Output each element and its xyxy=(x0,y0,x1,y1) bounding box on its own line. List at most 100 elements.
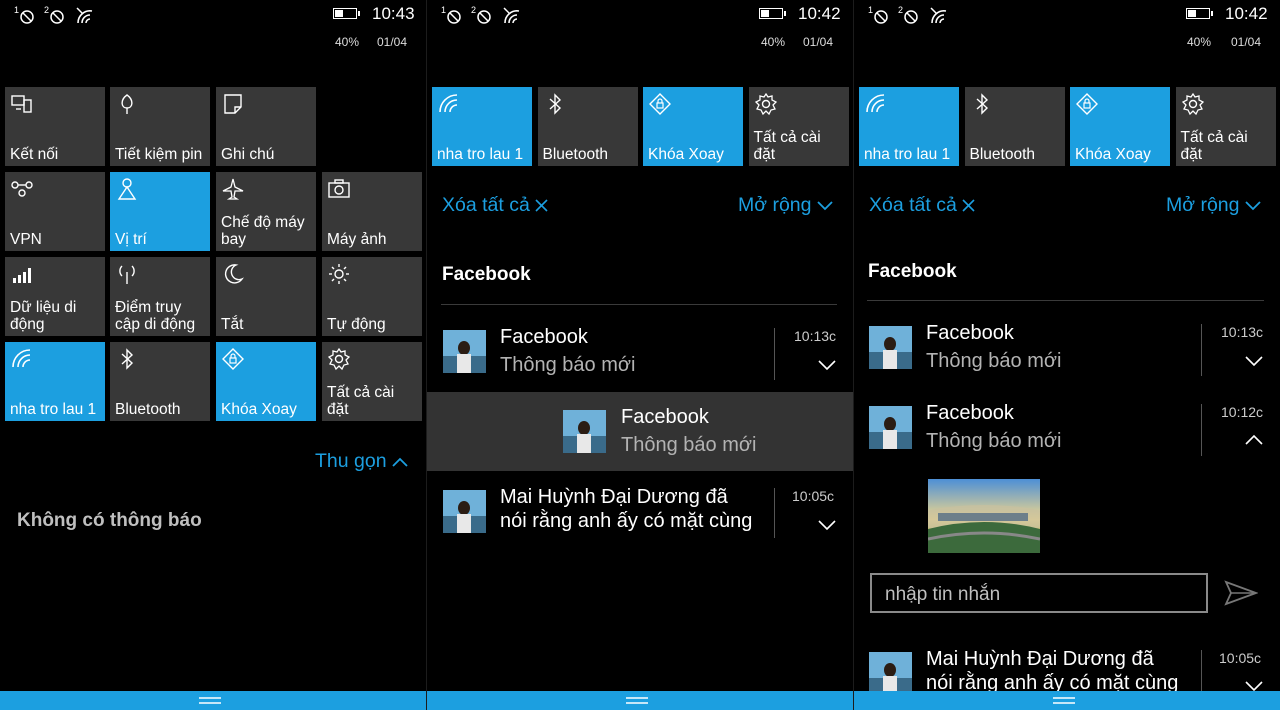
notification-title: Facebook xyxy=(621,406,709,428)
close-icon xyxy=(962,199,975,212)
quick-action-tile[interactable]: Bluetooth xyxy=(964,87,1065,166)
quick-action-tile[interactable]: Kết nối xyxy=(5,87,105,166)
chevron-up-icon xyxy=(392,457,408,467)
clear-all-label: Xóa tất cả xyxy=(442,194,530,216)
chevron-up-icon[interactable] xyxy=(1245,434,1263,446)
sim1-no-signal-icon: 1 xyxy=(441,5,461,24)
wifi-icon xyxy=(439,94,458,113)
divider xyxy=(867,300,1264,301)
quick-action-label: Tự động xyxy=(327,316,386,333)
chevron-down-icon[interactable] xyxy=(818,519,836,531)
clock: 10:42 xyxy=(1225,4,1268,23)
svg-text:1: 1 xyxy=(14,5,19,15)
drag-handle-icon[interactable] xyxy=(1053,696,1075,705)
quick-action-label: Chế độ máy bay xyxy=(221,214,305,248)
quick-action-tile[interactable]: Tắt xyxy=(216,257,316,336)
svg-text:2: 2 xyxy=(898,5,903,15)
notification-item[interactable]: Facebook Thông báo mới 10:13c xyxy=(427,318,853,390)
expand-label: Mở rộng xyxy=(1166,194,1240,216)
quick-action-label: Bluetooth xyxy=(542,146,609,163)
notification-body: Thông báo mới xyxy=(926,430,1062,452)
quick-action-tile[interactable]: Ghi chú xyxy=(216,87,316,166)
cellular-data-icon xyxy=(13,268,31,283)
clear-all-button[interactable]: Xóa tất cả xyxy=(869,194,975,217)
quick-action-label: Bluetooth xyxy=(969,146,1036,163)
avatar xyxy=(869,652,912,695)
status-icons: 1 2 xyxy=(14,5,96,25)
moon-icon xyxy=(224,264,244,284)
notification-item-expanded[interactable]: Facebook Thông báo mới 10:12c xyxy=(854,394,1280,466)
quick-action-label: Vị trí xyxy=(115,231,147,248)
battery-icon xyxy=(1186,8,1213,19)
quick-action-tile[interactable]: Tự động xyxy=(322,257,422,336)
quick-action-tile[interactable]: Tiết kiệm pin xyxy=(110,87,210,166)
notification-title: Mai Huỳnh Đại Dương đã xyxy=(926,648,1154,670)
quick-action-tile[interactable]: Tất cả cài đặt xyxy=(748,87,849,166)
quick-action-tile[interactable]: nha tro lau 1 xyxy=(5,342,105,421)
battery-percent: 40% xyxy=(761,35,786,49)
notification-body: Thông báo mới xyxy=(621,434,757,456)
notification-title: Facebook xyxy=(926,322,1014,344)
clear-all-button[interactable]: Xóa tất cả xyxy=(442,194,548,217)
battery-icon xyxy=(333,8,360,19)
reply-input[interactable]: nhập tin nhắn xyxy=(870,573,1208,613)
battery-saver-icon xyxy=(121,94,133,114)
quick-action-tile[interactable]: Máy ảnh xyxy=(322,172,422,251)
quick-action-tile[interactable]: VPN xyxy=(5,172,105,251)
quick-action-tile[interactable]: Khóa Xoay xyxy=(216,342,316,421)
quick-action-label: Bluetooth xyxy=(115,401,181,418)
svg-text:1: 1 xyxy=(868,5,873,15)
quick-action-label: Khóa Xoay xyxy=(1075,146,1151,163)
nav-bar[interactable] xyxy=(427,691,853,710)
avatar xyxy=(563,410,606,453)
send-icon[interactable] xyxy=(1224,580,1258,606)
quick-action-tile[interactable]: Vị trí xyxy=(110,172,210,251)
wifi-off-icon xyxy=(503,7,520,24)
bluetooth-icon xyxy=(549,93,561,115)
avatar xyxy=(443,490,486,533)
chevron-down-icon xyxy=(817,201,833,211)
quick-action-tile[interactable]: Khóa Xoay xyxy=(643,87,743,166)
quick-action-tile[interactable]: Bluetooth xyxy=(537,87,638,166)
quick-action-label: nha tro lau 1 xyxy=(10,401,97,418)
quick-action-label: Khóa Xoay xyxy=(221,401,297,418)
quick-action-tile[interactable]: Tất cả cài đặt xyxy=(1175,87,1276,166)
nav-bar[interactable] xyxy=(0,691,426,710)
notification-item-swiped[interactable]: Facebook Thông báo mới xyxy=(427,392,853,471)
clock: 10:43 xyxy=(372,4,415,23)
clock: 10:42 xyxy=(798,4,841,23)
drag-handle-icon[interactable] xyxy=(626,696,648,705)
notification-item[interactable]: Mai Huỳnh Đại Dương đã nói rằng anh ấy c… xyxy=(427,478,853,558)
chevron-down-icon[interactable] xyxy=(1245,355,1263,367)
quick-action-tile[interactable]: Khóa Xoay xyxy=(1070,87,1170,166)
quick-action-tile[interactable]: nha tro lau 1 xyxy=(859,87,959,166)
quick-action-label: Tắt xyxy=(221,316,244,333)
connect-icon xyxy=(11,95,32,113)
quick-action-label: Điểm truy cập di động xyxy=(115,299,196,333)
quick-action-tile[interactable]: Điểm truy cập di động xyxy=(110,257,210,336)
collapse-button[interactable]: Thu gọn xyxy=(315,450,408,473)
quick-action-tile[interactable]: nha tro lau 1 xyxy=(432,87,532,166)
drag-handle-icon[interactable] xyxy=(199,696,221,705)
expand-label: Mở rộng xyxy=(738,194,812,216)
status-icons: 1 2 xyxy=(868,5,950,25)
quick-action-tile[interactable]: Dữ liệu di động xyxy=(5,257,105,336)
nav-bar[interactable] xyxy=(854,691,1280,710)
group-header-facebook[interactable]: Facebook xyxy=(868,261,957,283)
gear-icon xyxy=(754,92,777,116)
quick-action-tile[interactable]: Chế độ máy bay xyxy=(216,172,316,251)
quick-action-label: Ghi chú xyxy=(221,146,275,163)
quick-action-tile[interactable]: Tất cả cài đặt xyxy=(322,342,422,421)
expand-button[interactable]: Mở rộng xyxy=(738,194,833,217)
hotspot-icon xyxy=(119,265,135,284)
status-icons: 1 2 xyxy=(441,5,523,25)
expand-button[interactable]: Mở rộng xyxy=(1166,194,1261,217)
note-icon xyxy=(224,94,242,114)
chevron-down-icon[interactable] xyxy=(818,359,836,371)
divider xyxy=(441,304,837,305)
quick-action-tile[interactable]: Bluetooth xyxy=(110,342,210,421)
notification-item[interactable]: Facebook Thông báo mới 10:13c xyxy=(854,314,1280,386)
group-header-facebook[interactable]: Facebook xyxy=(442,264,531,286)
gear-icon xyxy=(327,347,351,371)
notification-title: Facebook xyxy=(926,402,1014,424)
